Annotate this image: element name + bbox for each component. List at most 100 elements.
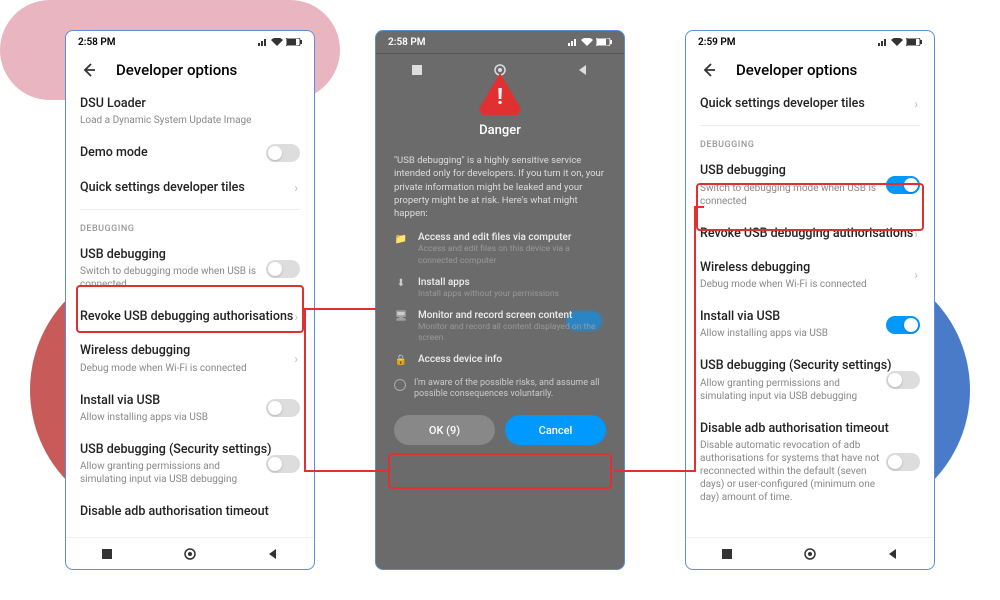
item-title: USB debugging — [700, 163, 920, 179]
connector-line — [614, 470, 696, 472]
risk-title: Access device info — [418, 354, 502, 365]
connector-line — [694, 206, 696, 472]
item-title: Disable adb authorisation timeout — [700, 421, 920, 437]
divider — [700, 125, 920, 126]
usb-security-item[interactable]: USB debugging (Security settings) Allow … — [80, 433, 300, 495]
quick-settings-item[interactable]: Quick settings developer tiles › — [700, 87, 920, 121]
phone-screen-1: 2:58 PM Developer options DSU Loader Loa… — [65, 30, 315, 570]
consent-text: I'm aware of the possible risks, and ass… — [414, 378, 606, 401]
risk-item: 🔒 Access device info — [394, 354, 606, 368]
install-usb-toggle[interactable] — [266, 399, 300, 417]
install-usb-toggle[interactable] — [886, 316, 920, 334]
risk-title: Access and edit files via computer — [418, 232, 606, 243]
item-title: Quick settings developer tiles — [80, 180, 300, 196]
revoke-auth-item[interactable]: Revoke USB debugging authorisations › — [80, 300, 300, 334]
item-title: Disable adb authorisation timeout — [80, 504, 300, 520]
status-time: 2:58 PM — [388, 37, 426, 48]
usb-debugging-toggle[interactable] — [886, 176, 920, 194]
demo-mode-item[interactable]: Demo mode — [80, 136, 300, 170]
demo-mode-toggle[interactable] — [266, 144, 300, 162]
disable-adb-toggle[interactable] — [886, 453, 920, 471]
item-subtitle: Debug mode when Wi-Fi is connected — [80, 362, 300, 375]
cancel-button[interactable]: Cancel — [505, 415, 606, 445]
monitor-icon: 🖥 — [394, 310, 408, 324]
item-title: Quick settings developer tiles — [700, 96, 920, 112]
back-button[interactable] — [80, 61, 98, 79]
chevron-right-icon: › — [914, 227, 918, 241]
status-time: 2:59 PM — [698, 37, 736, 48]
back-nav-button[interactable] — [886, 547, 900, 561]
home-button[interactable] — [183, 547, 197, 561]
usb-debugging-toggle[interactable] — [266, 260, 300, 278]
status-icons — [258, 38, 302, 46]
connector-line — [694, 206, 704, 208]
item-subtitle: Debug mode when Wi-Fi is connected — [700, 278, 920, 291]
divider — [80, 209, 300, 210]
risk-sub: Install apps without your permissions — [418, 289, 559, 300]
item-title: Wireless debugging — [80, 343, 300, 359]
page-title: Developer options — [736, 61, 857, 79]
connector-line — [304, 470, 388, 472]
usb-security-toggle[interactable] — [886, 371, 920, 389]
risk-item: ⬇ Install appsInstall apps without your … — [394, 277, 606, 300]
phone-screen-3: 2:59 PM Developer options Quick settings… — [685, 30, 935, 570]
item-title: USB debugging — [80, 247, 300, 263]
consent-checkbox[interactable] — [394, 379, 406, 391]
ok-button[interactable]: OK (9) — [394, 415, 495, 445]
section-label: DEBUGGING — [700, 140, 920, 150]
usb-debugging-item[interactable]: USB debugging Switch to debugging mode w… — [700, 154, 920, 216]
dsu-loader-item[interactable]: DSU Loader Load a Dynamic System Update … — [80, 87, 300, 136]
chevron-right-icon: › — [914, 268, 918, 282]
item-subtitle: Disable automatic revocation of adb auth… — [700, 439, 920, 504]
connector-line — [304, 308, 376, 310]
back-button[interactable] — [700, 61, 718, 79]
dialog-title: Danger — [479, 123, 521, 138]
quick-settings-item[interactable]: Quick settings developer tiles › — [80, 171, 300, 205]
home-button[interactable] — [803, 547, 817, 561]
item-subtitle: Load a Dynamic System Update Image — [80, 114, 300, 127]
status-icons — [568, 38, 612, 46]
risk-sub: Monitor and record all content displayed… — [418, 322, 606, 344]
disable-adb-item[interactable]: Disable adb authorisation timeout Disabl… — [700, 412, 920, 513]
install-usb-item[interactable]: Install via USB Allow installing apps vi… — [80, 384, 300, 433]
nav-bar — [66, 537, 314, 569]
recents-button[interactable] — [100, 547, 114, 561]
item-title: DSU Loader — [80, 96, 300, 112]
risk-item: 🖥 Monitor and record screen contentMonit… — [394, 310, 606, 344]
danger-dialog: ! Danger "USB debugging" is a highly sen… — [376, 53, 624, 537]
item-title: USB debugging (Security settings) — [700, 358, 920, 374]
connector-line — [304, 308, 306, 470]
chevron-right-icon: › — [294, 352, 298, 366]
usb-security-item[interactable]: USB debugging (Security settings) Allow … — [700, 349, 920, 411]
install-usb-item[interactable]: Install via USB Allow installing apps vi… — [700, 300, 920, 349]
risk-item: 📁 Access and edit files via computerAcce… — [394, 232, 606, 266]
page-title: Developer options — [116, 61, 237, 79]
nav-bar — [686, 537, 934, 569]
risk-title: Install apps — [418, 277, 559, 288]
lock-icon: 🔒 — [394, 354, 408, 368]
status-time: 2:58 PM — [78, 37, 116, 48]
item-title: Revoke USB debugging authorisations — [80, 309, 300, 325]
download-icon: ⬇ — [394, 277, 408, 291]
status-bar: 2:58 PM — [66, 31, 314, 53]
chevron-right-icon: › — [294, 310, 298, 324]
item-title: USB debugging (Security settings) — [80, 442, 300, 458]
usb-security-toggle[interactable] — [266, 455, 300, 473]
consent-checkbox-row[interactable]: I'm aware of the possible risks, and ass… — [394, 378, 606, 401]
disable-adb-item[interactable]: Disable adb authorisation timeout — [80, 495, 300, 529]
back-nav-button[interactable] — [266, 547, 280, 561]
item-title: Revoke USB debugging authorisations — [700, 226, 920, 242]
dialog-intro: "USB debugging" is a highly sensitive se… — [394, 154, 606, 220]
status-icons — [878, 38, 922, 46]
wireless-debugging-item[interactable]: Wireless debugging Debug mode when Wi-Fi… — [700, 251, 920, 300]
revoke-auth-item[interactable]: Revoke USB debugging authorisations › — [700, 217, 920, 251]
wireless-debugging-item[interactable]: Wireless debugging Debug mode when Wi-Fi… — [80, 334, 300, 383]
recents-button[interactable] — [720, 547, 734, 561]
risk-title: Monitor and record screen content — [418, 310, 606, 321]
section-label: DEBUGGING — [80, 224, 300, 234]
item-title: Wireless debugging — [700, 260, 920, 276]
chevron-right-icon: › — [294, 181, 298, 195]
usb-debugging-item[interactable]: USB debugging Switch to debugging mode w… — [80, 238, 300, 300]
chevron-right-icon: › — [914, 97, 918, 111]
status-bar: 2:58 PM — [376, 31, 624, 53]
